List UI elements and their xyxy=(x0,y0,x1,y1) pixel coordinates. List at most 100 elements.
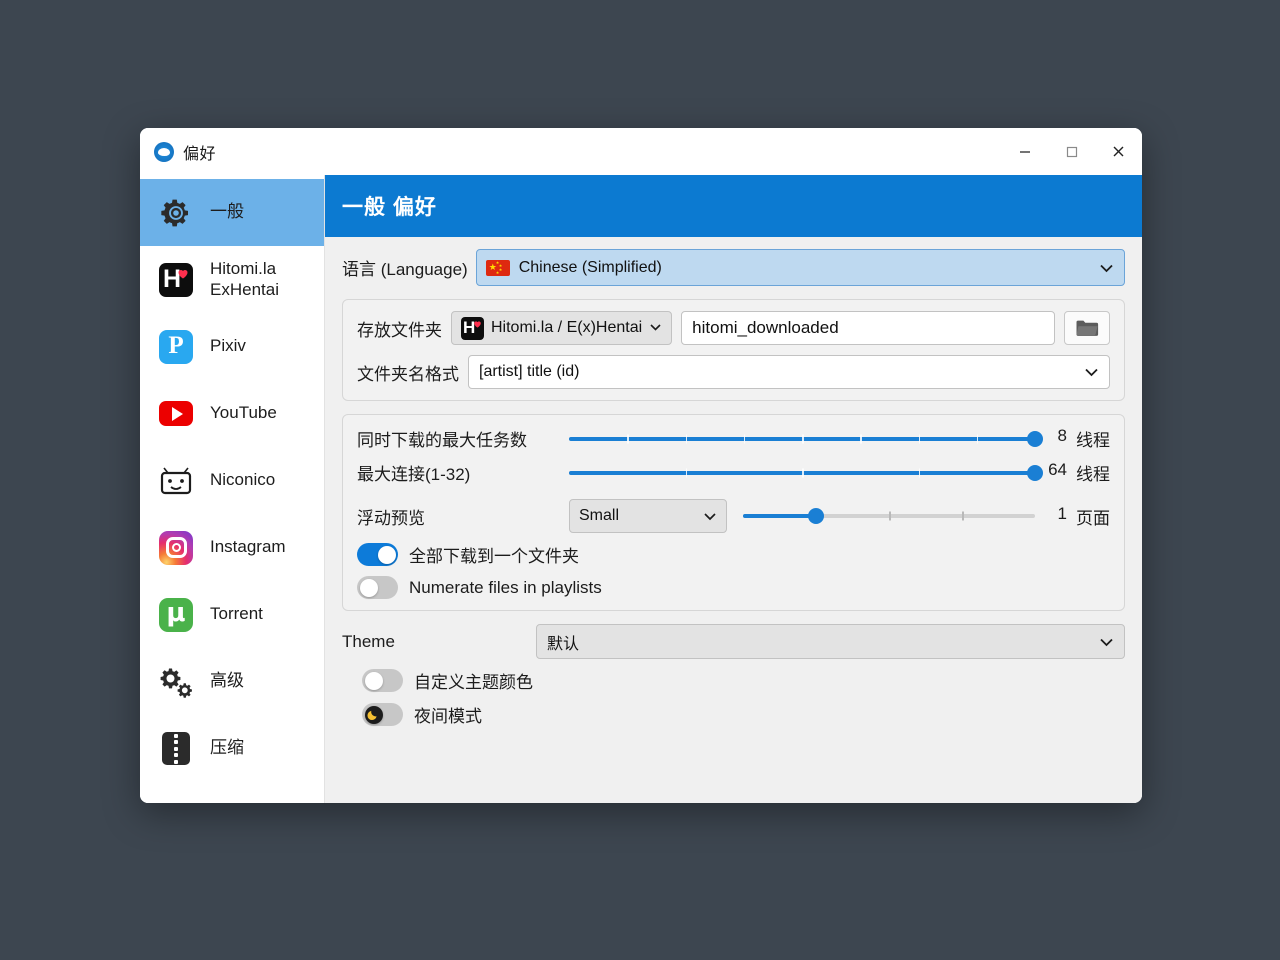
night-mode-row[interactable]: 夜间模式 xyxy=(362,702,1125,727)
heart-icon xyxy=(474,320,481,328)
sidebar-item-hitomi[interactable]: H Hitomi.la ExHentai xyxy=(140,246,324,313)
flag-cn-icon: ★ ★ ★ ★ ★ xyxy=(485,259,510,276)
maximize-button[interactable] xyxy=(1048,128,1095,175)
slider-thumb[interactable] xyxy=(1027,430,1043,447)
window-title: 偏好 xyxy=(183,145,217,163)
sidebar-item-label: Torrent xyxy=(210,604,263,624)
float-preview-label: 浮动预览 xyxy=(357,508,425,528)
folder-format-label: 文件夹名格式 xyxy=(357,364,459,384)
max-tasks-value-group: 8 线程 xyxy=(1047,426,1110,451)
max-connections-value: 64 xyxy=(1048,460,1067,479)
sidebar-item-advanced[interactable]: 高级 xyxy=(140,648,324,715)
max-connections-row: 最大连接(1-32) 64 线程 xyxy=(357,460,1110,485)
theme-toggles: 自定义主题颜色 夜间模式 xyxy=(342,668,1125,727)
language-value: Chinese (Simplified) xyxy=(518,258,662,276)
storage-folder-label: 存放文件夹 xyxy=(357,320,442,340)
float-preview-slider[interactable] xyxy=(743,505,1035,527)
sidebar-item-torrent[interactable]: μ Torrent xyxy=(140,581,324,648)
pixiv-icon: P xyxy=(158,329,194,365)
download-to-one-folder-toggle[interactable] xyxy=(357,543,398,566)
storage-site-select[interactable]: H Hitomi.la / E(x)Hentai xyxy=(451,311,673,345)
theme-select[interactable]: 默认 xyxy=(536,624,1125,659)
hitomi-icon: H xyxy=(158,262,194,298)
chevron-down-icon xyxy=(1084,367,1099,377)
maximize-icon xyxy=(1066,146,1077,157)
sidebar-item-pixiv[interactable]: P Pixiv xyxy=(140,313,324,380)
minimize-button[interactable] xyxy=(1001,128,1048,175)
hitomi-icon: H xyxy=(461,316,484,340)
sidebar-item-general[interactable]: 一般 xyxy=(140,179,324,246)
sidebar: 一般 H Hitomi.la ExHentai P Pixiv YouTube … xyxy=(140,175,325,803)
slider-ticks xyxy=(743,511,1035,521)
language-label: 语言 (Language) xyxy=(342,260,468,279)
float-preview-value: 1 xyxy=(1057,503,1067,523)
browse-folder-button[interactable] xyxy=(1064,311,1110,345)
download-to-one-folder-label: 全部下载到一个文件夹 xyxy=(409,547,579,566)
max-tasks-value: 8 xyxy=(1057,426,1067,445)
moon-icon xyxy=(364,705,383,724)
numerate-files-toggle[interactable] xyxy=(357,576,398,599)
heart-icon xyxy=(178,269,188,278)
title-bar-left: 偏好 xyxy=(140,140,216,164)
folder-icon xyxy=(1076,320,1099,336)
preferences-window: 偏好 一般 H Hitomi.la ExHentai P Pixiv YouTu… xyxy=(140,128,1142,803)
max-connections-unit: 线程 xyxy=(1076,465,1110,484)
float-preview-unit: 页面 xyxy=(1076,508,1110,528)
slider-thumb[interactable] xyxy=(808,508,824,524)
app-logo-icon xyxy=(154,141,174,162)
float-preview-size-select[interactable]: Small xyxy=(569,499,727,533)
archive-icon xyxy=(158,731,194,767)
close-button[interactable] xyxy=(1095,128,1142,175)
max-connections-slider[interactable] xyxy=(569,462,1043,484)
night-mode-toggle[interactable] xyxy=(362,703,403,726)
sidebar-item-label: 一般 xyxy=(210,202,244,222)
sidebar-item-youtube[interactable]: YouTube xyxy=(140,380,324,447)
language-select[interactable]: ★ ★ ★ ★ ★ Chinese (Simplified) xyxy=(475,249,1125,286)
slider-thumb[interactable] xyxy=(1027,464,1043,481)
language-row: 语言 (Language) ★ ★ ★ ★ ★ Chinese (Simplif… xyxy=(342,249,1125,286)
folder-format-select[interactable]: [artist] title (id) xyxy=(468,355,1110,389)
max-connections-label: 最大连接(1-32) xyxy=(357,465,471,484)
sidebar-item-compress[interactable]: 压缩 xyxy=(140,715,324,782)
sidebar-item-label: Instagram xyxy=(210,537,286,557)
storage-path-input[interactable] xyxy=(681,311,1055,345)
custom-theme-color-row[interactable]: 自定义主题颜色 xyxy=(362,668,1125,693)
minimize-icon xyxy=(1019,150,1030,153)
float-preview-row: 浮动预览 Small 1 页面 xyxy=(357,499,1110,533)
close-icon xyxy=(1113,146,1124,157)
sidebar-item-instagram[interactable]: Instagram xyxy=(140,514,324,581)
chevron-down-icon xyxy=(649,319,662,337)
max-tasks-unit: 线程 xyxy=(1076,431,1110,450)
sidebar-item-label: 压缩 xyxy=(210,738,244,758)
folder-format-value: [artist] title (id) xyxy=(479,363,580,380)
numerate-files-label: Numerate files in playlists xyxy=(409,577,602,597)
sidebar-item-label: YouTube xyxy=(210,403,277,423)
chevron-down-icon xyxy=(1099,263,1114,273)
sidebar-item-label: 高级 xyxy=(210,671,244,691)
theme-label: Theme xyxy=(342,631,395,651)
folder-format-row: 文件夹名格式 [artist] title (id) xyxy=(357,355,1110,389)
sidebar-item-niconico[interactable]: Niconico xyxy=(140,447,324,514)
instagram-icon xyxy=(158,530,194,566)
night-mode-label: 夜间模式 xyxy=(414,707,482,726)
custom-theme-color-toggle[interactable] xyxy=(362,669,403,692)
content-area: 一般 偏好 语言 (Language) ★ ★ ★ ★ ★ Chinese (S… xyxy=(325,175,1142,803)
sidebar-item-label: Hitomi.la ExHentai xyxy=(210,259,279,299)
gear-icon xyxy=(158,195,194,231)
settings-form: 语言 (Language) ★ ★ ★ ★ ★ Chinese (Simplif… xyxy=(325,237,1142,803)
download-to-one-folder-row[interactable]: 全部下载到一个文件夹 xyxy=(357,542,1110,567)
download-panel: 同时下载的最大任务数 8 线程 最大连接(1-32) 64 线程 浮动预览 Sm… xyxy=(342,414,1125,611)
storage-panel: 存放文件夹 H Hitomi.la / E(x)Hentai hitomi_do… xyxy=(342,299,1125,401)
max-tasks-label: 同时下载的最大任务数 xyxy=(357,431,527,450)
slider-ticks xyxy=(569,468,1035,477)
theme-value: 默认 xyxy=(547,635,580,653)
slider-ticks xyxy=(569,434,1035,443)
numerate-files-row[interactable]: Numerate files in playlists xyxy=(357,576,1110,599)
float-preview-size-value: Small xyxy=(579,507,620,524)
torrent-icon: μ xyxy=(158,597,194,633)
window-body: 一般 H Hitomi.la ExHentai P Pixiv YouTube … xyxy=(140,175,1142,803)
sidebar-item-label: Niconico xyxy=(210,470,276,490)
youtube-icon xyxy=(158,396,194,432)
max-tasks-slider[interactable] xyxy=(569,428,1043,450)
custom-theme-color-label: 自定义主题颜色 xyxy=(414,673,533,692)
